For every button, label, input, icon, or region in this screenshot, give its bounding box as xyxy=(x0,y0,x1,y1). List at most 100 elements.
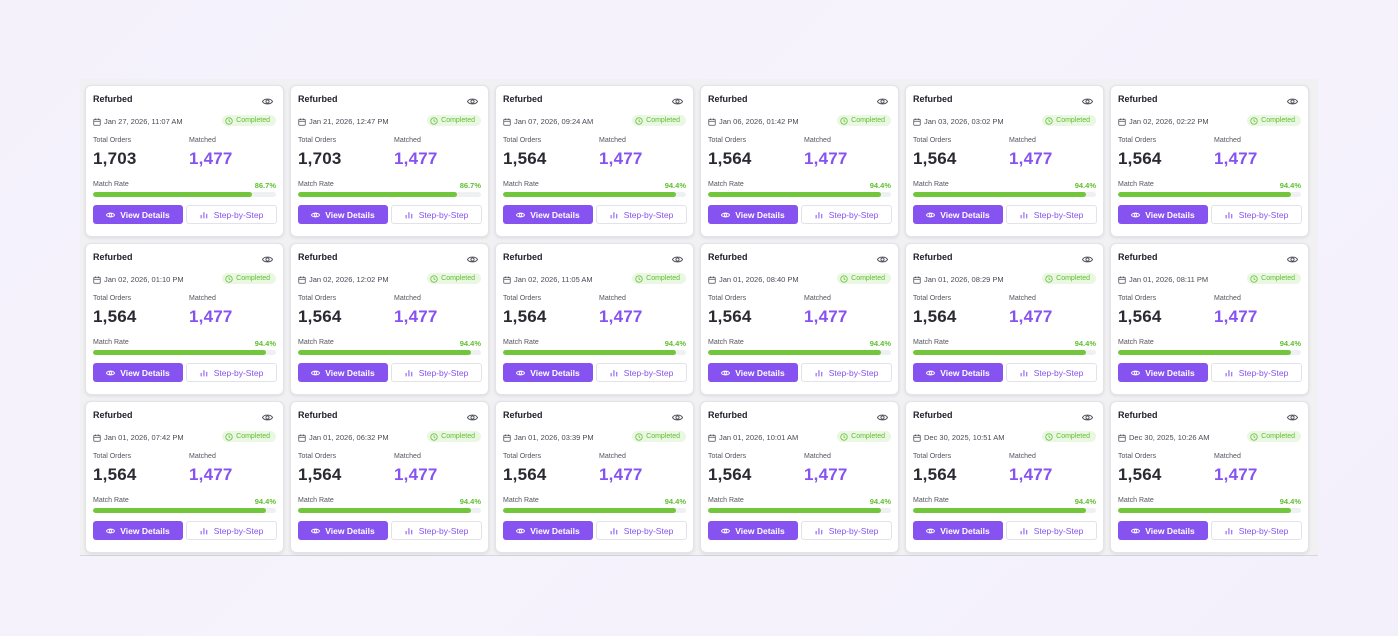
report-date: Dec 30, 2025, 10:51 AM xyxy=(913,433,1004,442)
eye-icon[interactable] xyxy=(1082,255,1093,264)
eye-icon[interactable] xyxy=(262,255,273,264)
report-date-text: Jan 01, 2026, 06:32 PM xyxy=(309,433,389,442)
calendar-icon xyxy=(1118,276,1126,284)
match-rate-label: Match Rate xyxy=(708,497,744,504)
status-text: Completed xyxy=(236,433,270,440)
status-text: Completed xyxy=(646,275,680,282)
step-by-step-label: Step-by-Step xyxy=(418,209,469,220)
eye-icon[interactable] xyxy=(467,413,478,422)
matched-label: Matched xyxy=(189,137,216,144)
report-date: Jan 02, 2026, 01:10 PM xyxy=(93,275,184,284)
view-details-button[interactable]: View Details xyxy=(913,521,1003,540)
view-details-button[interactable]: View Details xyxy=(298,521,388,540)
step-by-step-button[interactable]: Step-by-Step xyxy=(391,205,482,224)
step-by-step-button[interactable]: Step-by-Step xyxy=(391,363,482,382)
view-details-button[interactable]: View Details xyxy=(503,205,593,224)
step-by-step-button[interactable]: Step-by-Step xyxy=(186,363,277,382)
report-card: Refurbed Jan 27, 2026, 11:07 AM Complete… xyxy=(85,85,284,237)
step-by-step-button[interactable]: Step-by-Step xyxy=(596,205,687,224)
view-details-button[interactable]: View Details xyxy=(708,363,798,382)
step-by-step-button[interactable]: Step-by-Step xyxy=(1006,363,1097,382)
eye-icon[interactable] xyxy=(1287,413,1298,422)
view-details-button[interactable]: View Details xyxy=(1118,205,1208,224)
step-by-step-button[interactable]: Step-by-Step xyxy=(596,521,687,540)
view-details-button[interactable]: View Details xyxy=(93,521,183,540)
total-orders-value: 1,564 xyxy=(1118,465,1162,484)
match-rate-value: 94.4% xyxy=(254,497,276,506)
match-rate-fill xyxy=(708,192,881,197)
view-details-label: View Details xyxy=(120,367,170,378)
view-details-button[interactable]: View Details xyxy=(503,521,593,540)
match-rate-bar xyxy=(913,192,1096,197)
match-rate-label: Match Rate xyxy=(503,339,539,346)
matched-value: 1,477 xyxy=(394,149,438,168)
eye-icon[interactable] xyxy=(1287,255,1298,264)
check-circle-icon xyxy=(1250,274,1258,283)
report-card: Refurbed Jan 02, 2026, 12:02 PM Complete… xyxy=(290,243,489,395)
view-details-button[interactable]: View Details xyxy=(93,205,183,224)
eye-icon[interactable] xyxy=(877,255,888,264)
eye-icon xyxy=(721,370,731,375)
view-details-label: View Details xyxy=(325,525,375,536)
view-details-button[interactable]: View Details xyxy=(1118,521,1208,540)
eye-icon[interactable] xyxy=(672,97,683,106)
eye-icon[interactable] xyxy=(1082,413,1093,422)
total-orders-label: Total Orders xyxy=(913,137,952,144)
eye-icon[interactable] xyxy=(262,413,273,422)
view-details-button[interactable]: View Details xyxy=(913,205,1003,224)
step-by-step-button[interactable]: Step-by-Step xyxy=(186,205,277,224)
eye-icon[interactable] xyxy=(672,255,683,264)
card-title: Refurbed xyxy=(503,252,543,262)
match-rate-bar xyxy=(1118,508,1301,513)
match-rate-bar xyxy=(913,508,1096,513)
eye-icon[interactable] xyxy=(262,97,273,106)
step-by-step-button[interactable]: Step-by-Step xyxy=(801,205,892,224)
matched-label: Matched xyxy=(394,295,421,302)
step-by-step-button[interactable]: Step-by-Step xyxy=(1211,205,1302,224)
eye-icon[interactable] xyxy=(877,97,888,106)
view-details-button[interactable]: View Details xyxy=(1118,363,1208,382)
view-details-label: View Details xyxy=(940,367,990,378)
view-details-button[interactable]: View Details xyxy=(298,205,388,224)
step-by-step-button[interactable]: Step-by-Step xyxy=(596,363,687,382)
match-rate-label: Match Rate xyxy=(1118,497,1154,504)
status-badge: Completed xyxy=(1042,431,1096,442)
eye-icon[interactable] xyxy=(672,413,683,422)
eye-icon[interactable] xyxy=(1287,97,1298,106)
eye-icon[interactable] xyxy=(467,255,478,264)
view-details-button[interactable]: View Details xyxy=(503,363,593,382)
view-details-button[interactable]: View Details xyxy=(93,363,183,382)
eye-icon[interactable] xyxy=(467,97,478,106)
status-badge: Completed xyxy=(1247,273,1301,284)
report-card: Refurbed Jan 03, 2026, 03:02 PM Complete… xyxy=(905,85,1104,237)
calendar-icon xyxy=(503,276,511,284)
view-details-button[interactable]: View Details xyxy=(913,363,1003,382)
match-rate-fill xyxy=(93,192,252,197)
step-by-step-label: Step-by-Step xyxy=(213,525,264,536)
match-rate-label: Match Rate xyxy=(93,181,129,188)
check-circle-icon xyxy=(1250,116,1258,125)
step-by-step-button[interactable]: Step-by-Step xyxy=(1006,205,1097,224)
step-by-step-button[interactable]: Step-by-Step xyxy=(1211,521,1302,540)
step-by-step-label: Step-by-Step xyxy=(418,367,469,378)
step-by-step-button[interactable]: Step-by-Step xyxy=(1006,521,1097,540)
total-orders-label: Total Orders xyxy=(93,137,132,144)
match-rate-value: 94.4% xyxy=(1279,339,1301,348)
view-details-button[interactable]: View Details xyxy=(298,363,388,382)
match-rate-bar xyxy=(93,192,276,197)
bar-chart-icon xyxy=(1225,527,1232,534)
bar-chart-icon xyxy=(1225,211,1232,218)
step-by-step-button[interactable]: Step-by-Step xyxy=(801,363,892,382)
step-by-step-button[interactable]: Step-by-Step xyxy=(391,521,482,540)
view-details-button[interactable]: View Details xyxy=(708,521,798,540)
view-details-button[interactable]: View Details xyxy=(708,205,798,224)
eye-icon[interactable] xyxy=(1082,97,1093,106)
match-rate-fill xyxy=(1118,192,1291,197)
step-by-step-button[interactable]: Step-by-Step xyxy=(1211,363,1302,382)
step-by-step-label: Step-by-Step xyxy=(1033,209,1084,220)
step-by-step-button[interactable]: Step-by-Step xyxy=(186,521,277,540)
status-badge: Completed xyxy=(1247,115,1301,126)
step-by-step-button[interactable]: Step-by-Step xyxy=(801,521,892,540)
report-date: Jan 01, 2026, 07:42 PM xyxy=(93,433,184,442)
eye-icon[interactable] xyxy=(877,413,888,422)
